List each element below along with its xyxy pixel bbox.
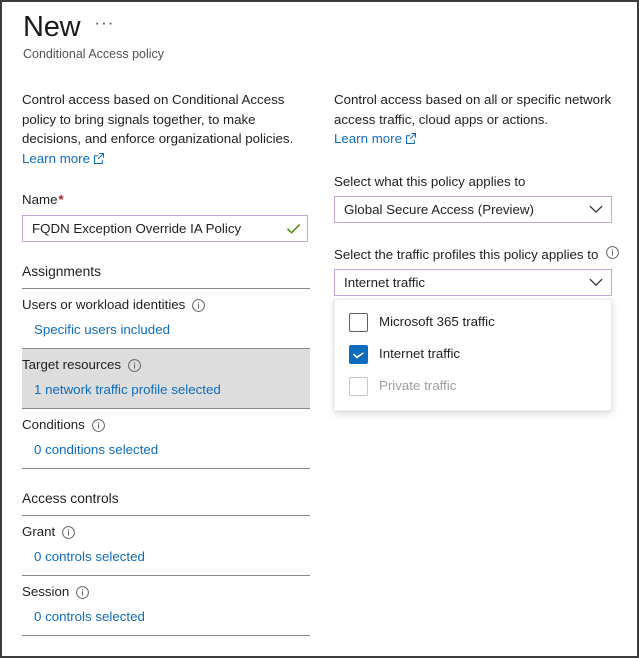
dropdown-option-microsoft-365-traffic[interactable]: Microsoft 365 traffic [335,306,611,338]
more-options-button[interactable]: ··· [94,14,114,41]
chevron-down-icon [589,205,603,214]
left-intro-text: Control access based on Conditional Acce… [22,90,310,169]
access-control-label-grant: Grant [22,523,55,541]
spacer [22,242,310,262]
left-column: Control access based on Conditional Acce… [22,90,310,636]
external-link-icon [405,130,416,150]
right-intro-copy: Control access based on all or specific … [334,92,611,127]
access-control-value-grant[interactable]: 0 controls selected [22,548,310,566]
right-learn-more-link[interactable]: Learn more [334,131,416,146]
name-input[interactable]: FQDN Exception Override IA Policy [32,221,286,236]
checkbox-microsoft-365-traffic[interactable] [349,313,368,332]
checkbox-private-traffic [349,377,368,396]
left-intro-copy: Control access based on Conditional Acce… [22,92,293,146]
assignment-value-users[interactable]: Specific users included [22,321,310,339]
info-icon[interactable] [128,359,141,372]
dropdown-option-label: Private traffic [379,377,456,395]
traffic-profiles-select[interactable]: Internet traffic [334,269,612,296]
name-label-text: Name [22,192,57,207]
access-control-group-session[interactable]: Session 0 controls selected [22,576,310,635]
access-controls-section-title: Access controls [22,489,310,508]
info-icon[interactable] [76,586,89,599]
traffic-profiles-value: Internet traffic [344,275,589,290]
checkmark-icon [352,348,365,366]
applies-to-value: Global Secure Access (Preview) [344,202,589,217]
info-icon[interactable] [606,246,619,259]
access-control-value-session[interactable]: 0 controls selected [22,608,310,626]
panel-header: New ··· Conditional Access policy [23,10,164,62]
access-control-group-grant[interactable]: Grant 0 controls selected [22,516,310,575]
left-learn-more-label: Learn more [22,151,90,166]
dropdown-option-label: Internet traffic [379,345,460,363]
name-field-label: Name* [22,191,310,209]
spacer [22,281,310,288]
access-control-label-session: Session [22,583,69,601]
dropdown-option-internet-traffic[interactable]: Internet traffic [335,338,611,370]
required-asterisk: * [58,192,63,207]
assignment-group-target-resources[interactable]: Target resources 1 network traffic profi… [22,349,310,408]
divider [22,635,310,636]
dropdown-option-label: Microsoft 365 traffic [379,313,495,331]
assignment-group-conditions[interactable]: Conditions 0 conditions selected [22,409,310,468]
traffic-profiles-dropdown-panel: Microsoft 365 traffic Internet traffic P… [334,299,612,411]
chevron-down-icon [589,278,603,287]
right-learn-more-label: Learn more [334,131,402,146]
assignment-label-users: Users or workload identities [22,296,185,314]
assignment-label-conditions: Conditions [22,416,85,434]
info-icon[interactable] [62,526,75,539]
assignment-value-conditions[interactable]: 0 conditions selected [22,441,310,459]
right-intro-text: Control access based on all or specific … [334,90,620,150]
info-icon[interactable] [192,299,205,312]
traffic-profiles-label: Select the traffic profiles this policy … [334,245,620,264]
name-input-wrapper[interactable]: FQDN Exception Override IA Policy [22,215,308,242]
assignment-label-target-resources: Target resources [22,356,121,374]
right-column: Control access based on all or specific … [334,90,620,296]
checkbox-internet-traffic[interactable] [349,345,368,364]
spacer [22,469,310,489]
assignment-group-users[interactable]: Users or workload identities Specific us… [22,289,310,348]
left-learn-more-link[interactable]: Learn more [22,151,104,166]
page-title: New [23,10,80,44]
external-link-icon [93,150,104,170]
applies-to-select[interactable]: Global Secure Access (Preview) [334,196,612,223]
applies-to-label: Select what this policy applies to [334,172,620,191]
checkmark-icon [286,222,301,235]
conditional-access-new-policy-panel: New ··· Conditional Access policy Contro… [0,0,639,658]
assignments-section-title: Assignments [22,262,310,281]
info-icon[interactable] [92,419,105,432]
assignment-value-target-resources[interactable]: 1 network traffic profile selected [22,381,310,399]
traffic-profiles-label-text: Select the traffic profiles this policy … [334,247,598,262]
dropdown-option-private-traffic: Private traffic [335,370,611,402]
spacer [22,508,310,515]
page-subtitle: Conditional Access policy [23,46,164,62]
